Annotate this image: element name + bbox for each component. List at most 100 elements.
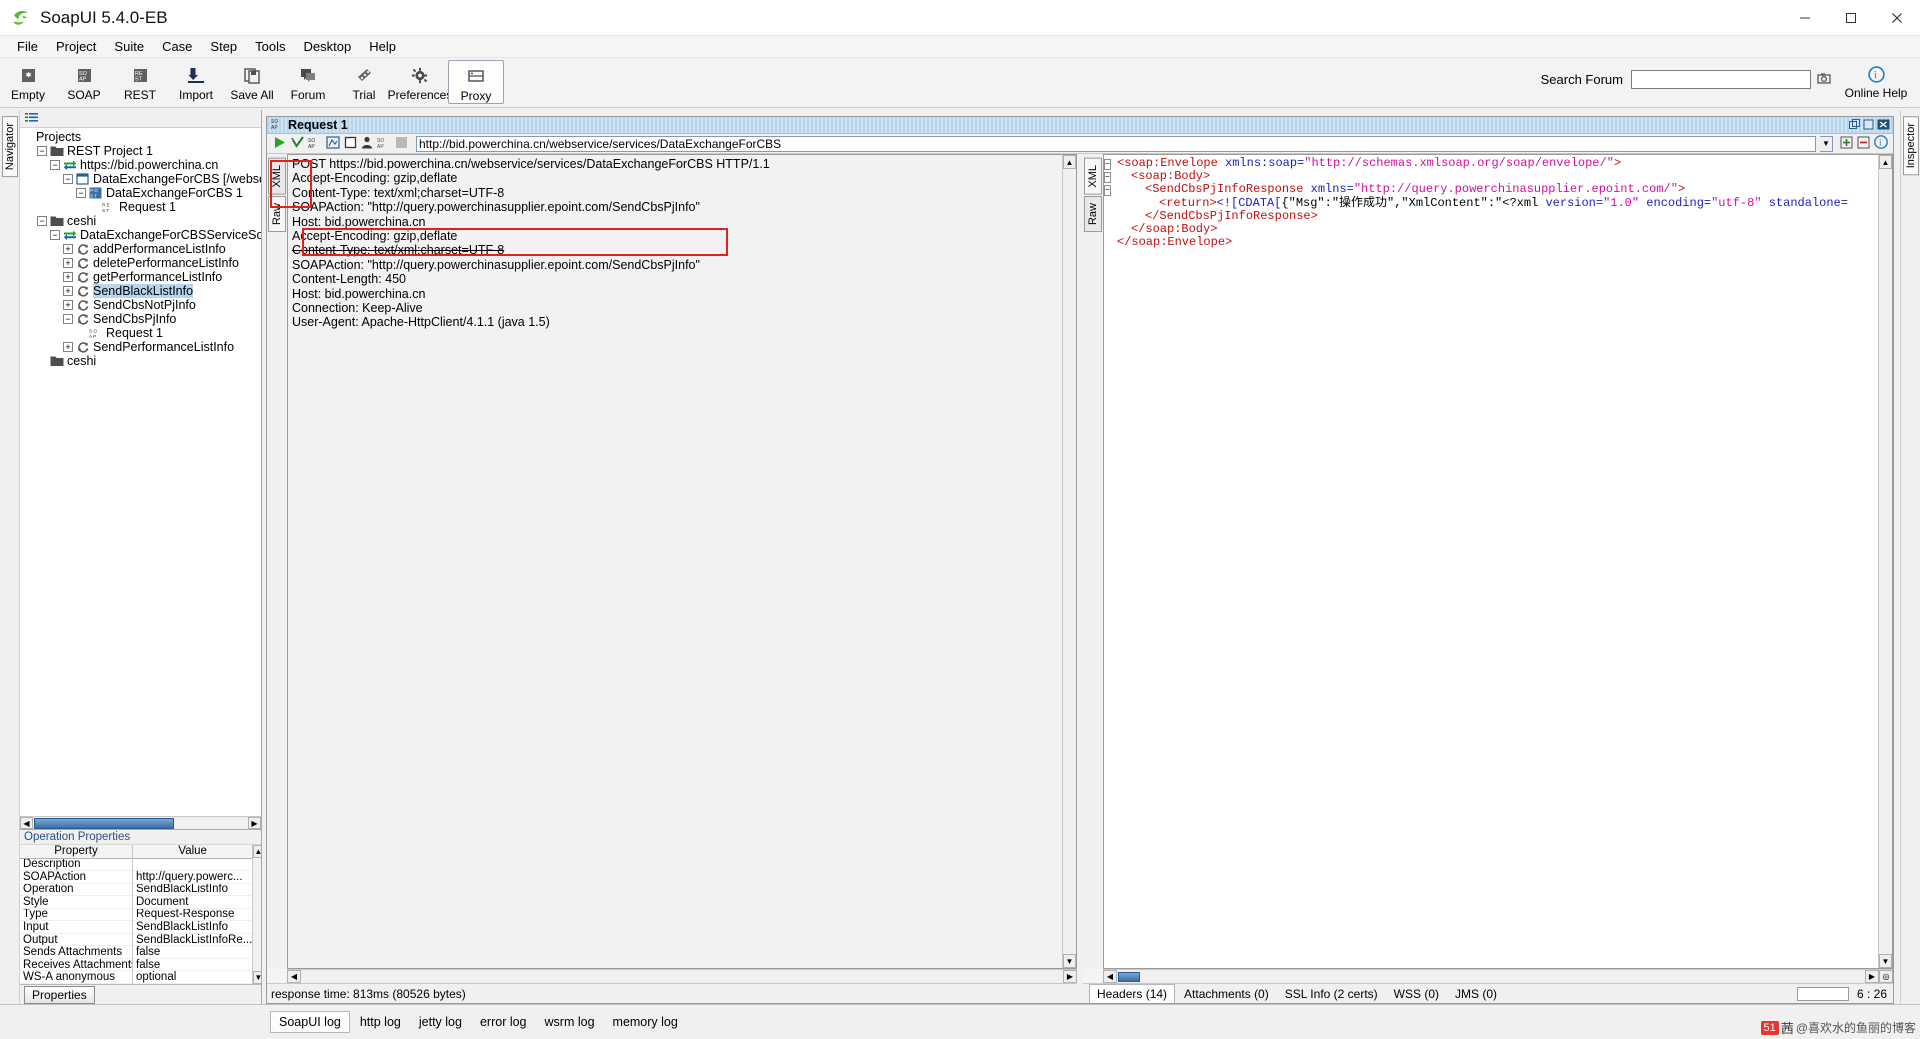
tree-node-sendblacklistinfo[interactable]: + SendBlackListInfo <box>20 284 261 298</box>
tree-node-dataexchangeforcbs-1[interactable]: − P OS T DataExchangeForCBS 1 <box>20 186 261 200</box>
scroll-right-icon[interactable]: ▶ <box>1063 970 1077 983</box>
restore-icon[interactable] <box>1849 118 1860 133</box>
maximize-icon[interactable] <box>1863 118 1874 133</box>
property-name-cell[interactable]: Input <box>20 921 132 934</box>
soap-format-icon[interactable]: SO AP <box>308 136 322 152</box>
tree-expander-minus-icon[interactable]: − <box>37 216 47 226</box>
response-tab-headers[interactable]: Headers (14) <box>1089 984 1176 1003</box>
property-name-cell[interactable]: Description <box>20 859 132 872</box>
property-name-cell[interactable]: WS-A anonymous <box>20 971 132 984</box>
toolbar-soap-project-button[interactable]: SO AP SOAP <box>56 60 112 102</box>
tree-node-deleteperformancelistinfo[interactable]: + deletePerformanceListInfo <box>20 256 261 270</box>
property-name-cell[interactable]: Type <box>20 909 132 922</box>
scroll-right-icon[interactable]: ▶ <box>1865 970 1879 983</box>
scroll-left-icon[interactable]: ◀ <box>20 817 33 829</box>
menu-file[interactable]: File <box>8 37 47 56</box>
tree-expander-minus-icon[interactable]: − <box>76 188 86 198</box>
tree-expander-minus-icon[interactable]: − <box>50 230 60 240</box>
property-name-cell[interactable]: Sends Attachments <box>20 946 132 959</box>
tree-expander-plus-icon[interactable]: + <box>63 272 73 282</box>
toolbar-proxy-button[interactable]: Proxy <box>448 60 504 104</box>
tree-expander-minus-icon[interactable]: − <box>50 160 60 170</box>
tree-expander-plus-icon[interactable]: + <box>63 244 73 254</box>
tree-expander-plus-icon[interactable]: + <box>63 258 73 268</box>
menu-step[interactable]: Step <box>201 37 246 56</box>
fold-toggle-icon[interactable]: − <box>1104 183 1117 197</box>
close-button[interactable] <box>1874 0 1920 36</box>
menu-tools[interactable]: Tools <box>246 37 294 56</box>
tree-node-projects[interactable]: Projects <box>20 130 261 144</box>
tree-node-request-1[interactable]: S OA P Request 1 <box>20 326 261 340</box>
camera-icon[interactable] <box>1817 72 1832 88</box>
response-horizontal-scrollbar[interactable]: ◀ ▶ ◎ <box>1103 969 1893 983</box>
property-value-cell[interactable]: optional <box>133 971 253 984</box>
property-name-cell[interactable]: Style <box>20 896 132 909</box>
request-raw-text[interactable]: POST https://bid.powerchina.cn/webservic… <box>288 155 1062 968</box>
scroll-thumb[interactable] <box>1118 971 1140 982</box>
caret-field[interactable] <box>1796 986 1849 1001</box>
menu-desktop[interactable]: Desktop <box>295 37 361 56</box>
zoom-out-icon[interactable]: ◎ <box>1879 970 1893 983</box>
stop-icon[interactable] <box>344 136 357 152</box>
minimize-button[interactable] <box>1782 0 1828 36</box>
log-tab-http-log[interactable]: http log <box>352 1012 409 1032</box>
property-value-cell[interactable]: Document <box>133 896 253 909</box>
request-tab-raw[interactable]: Raw <box>268 195 286 232</box>
fold-toggle-icon[interactable]: − <box>1104 157 1117 171</box>
toolbar-trial-button[interactable]: Trial <box>336 60 392 102</box>
navigator-horizontal-scrollbar[interactable]: ◀ ▶ <box>20 816 261 829</box>
recording-icon[interactable] <box>395 136 408 152</box>
toolbar-import-button[interactable]: Import <box>168 60 224 102</box>
request-tab-xml[interactable]: XML <box>268 158 286 195</box>
maximize-button[interactable] <box>1828 0 1874 36</box>
scroll-up-icon[interactable]: ▲ <box>1879 155 1892 169</box>
log-tab-wsrm-log[interactable]: wsrm log <box>537 1012 603 1032</box>
toolbar-rest-project-button[interactable]: RE ST REST <box>112 60 168 102</box>
tree-expander-plus-icon[interactable]: + <box>63 300 73 310</box>
properties-button[interactable]: Properties <box>24 985 95 1004</box>
log-tab-memory-log[interactable]: memory log <box>605 1012 686 1032</box>
soap-version-icon[interactable]: SO AP <box>377 136 391 152</box>
menu-help[interactable]: Help <box>360 37 405 56</box>
request-horizontal-scrollbar[interactable]: ◀ ▶ <box>287 969 1077 983</box>
tree-expander-minus-icon[interactable]: − <box>37 146 47 156</box>
tree-node-rest-project-1[interactable]: − REST Project 1 <box>20 144 261 158</box>
property-name-cell[interactable]: SOAPAction <box>20 871 132 884</box>
scroll-up-icon[interactable]: ▲ <box>1063 155 1076 169</box>
inspector-vertical-tab[interactable]: Inspector <box>1902 116 1919 176</box>
toolbar-empty-project-button[interactable]: Empty <box>0 60 56 102</box>
tree-node-sendcbspjinfo[interactable]: − SendCbsPjInfo <box>20 312 261 326</box>
toolbar-preferences-button[interactable]: Preferences <box>388 60 452 102</box>
log-tab-soapui-log[interactable]: SoapUI log <box>270 1011 350 1033</box>
response-tab-jms[interactable]: JMS (0) <box>1448 985 1504 1003</box>
property-name-cell[interactable]: Receives Attachments <box>20 959 132 972</box>
tree-expander-plus-icon[interactable]: + <box>63 342 73 352</box>
project-tree[interactable]: Projects − REST Project 1− https://bid.powe… <box>20 128 261 816</box>
response-tab-raw[interactable]: Raw <box>1084 195 1102 232</box>
property-name-cell[interactable]: Operation <box>20 884 132 897</box>
tree-node-request-1[interactable]: R ES T Request 1 <box>20 200 261 214</box>
property-value-cell[interactable]: http://query.powerc... <box>133 871 253 884</box>
response-tab-xml[interactable]: XML <box>1084 158 1102 195</box>
tree-node-dataexchangeforcbs-webservice[interactable]: − DataExchangeForCBS [/webservice/ <box>20 172 261 186</box>
navigator-vertical-tab[interactable]: Navigator <box>1 116 18 178</box>
close-icon[interactable] <box>1877 118 1890 133</box>
tree-node-addperformancelistinfo[interactable]: + addPerformanceListInfo <box>20 242 261 256</box>
toolbar-save-all-button[interactable]: Save All <box>224 60 280 102</box>
tree-expander-minus-icon[interactable]: − <box>63 314 73 324</box>
response-xml-text[interactable]: − <soap:Envelope xmlns:soap="http://schem… <box>1104 155 1878 968</box>
properties-vertical-scrollbar[interactable]: ▲ ▼ <box>252 845 261 984</box>
fold-toggle-icon[interactable]: − <box>1104 170 1117 184</box>
tree-node-https-bid-powerchina-cn[interactable]: − https://bid.powerchina.cn <box>20 158 261 172</box>
help-icon[interactable]: i <box>1874 135 1888 152</box>
response-tab-ssl[interactable]: SSL Info (2 certs) <box>1278 985 1385 1003</box>
navigator-list-icon[interactable] <box>25 111 39 126</box>
run-icon[interactable] <box>273 136 286 152</box>
property-value-cell[interactable]: SendBlackListInfo <box>133 884 253 897</box>
tree-node-ceshi[interactable]: − ceshi <box>20 214 261 228</box>
tree-node-dataexchangeforcbsservicesoapbindi[interactable]: − DataExchangeForCBSServiceSoapBindi <box>20 228 261 242</box>
scroll-down-icon[interactable]: ▼ <box>1879 954 1892 968</box>
scroll-down-icon[interactable]: ▼ <box>253 971 261 984</box>
menu-case[interactable]: Case <box>153 37 201 56</box>
add-endpoint-icon[interactable] <box>1840 136 1853 152</box>
